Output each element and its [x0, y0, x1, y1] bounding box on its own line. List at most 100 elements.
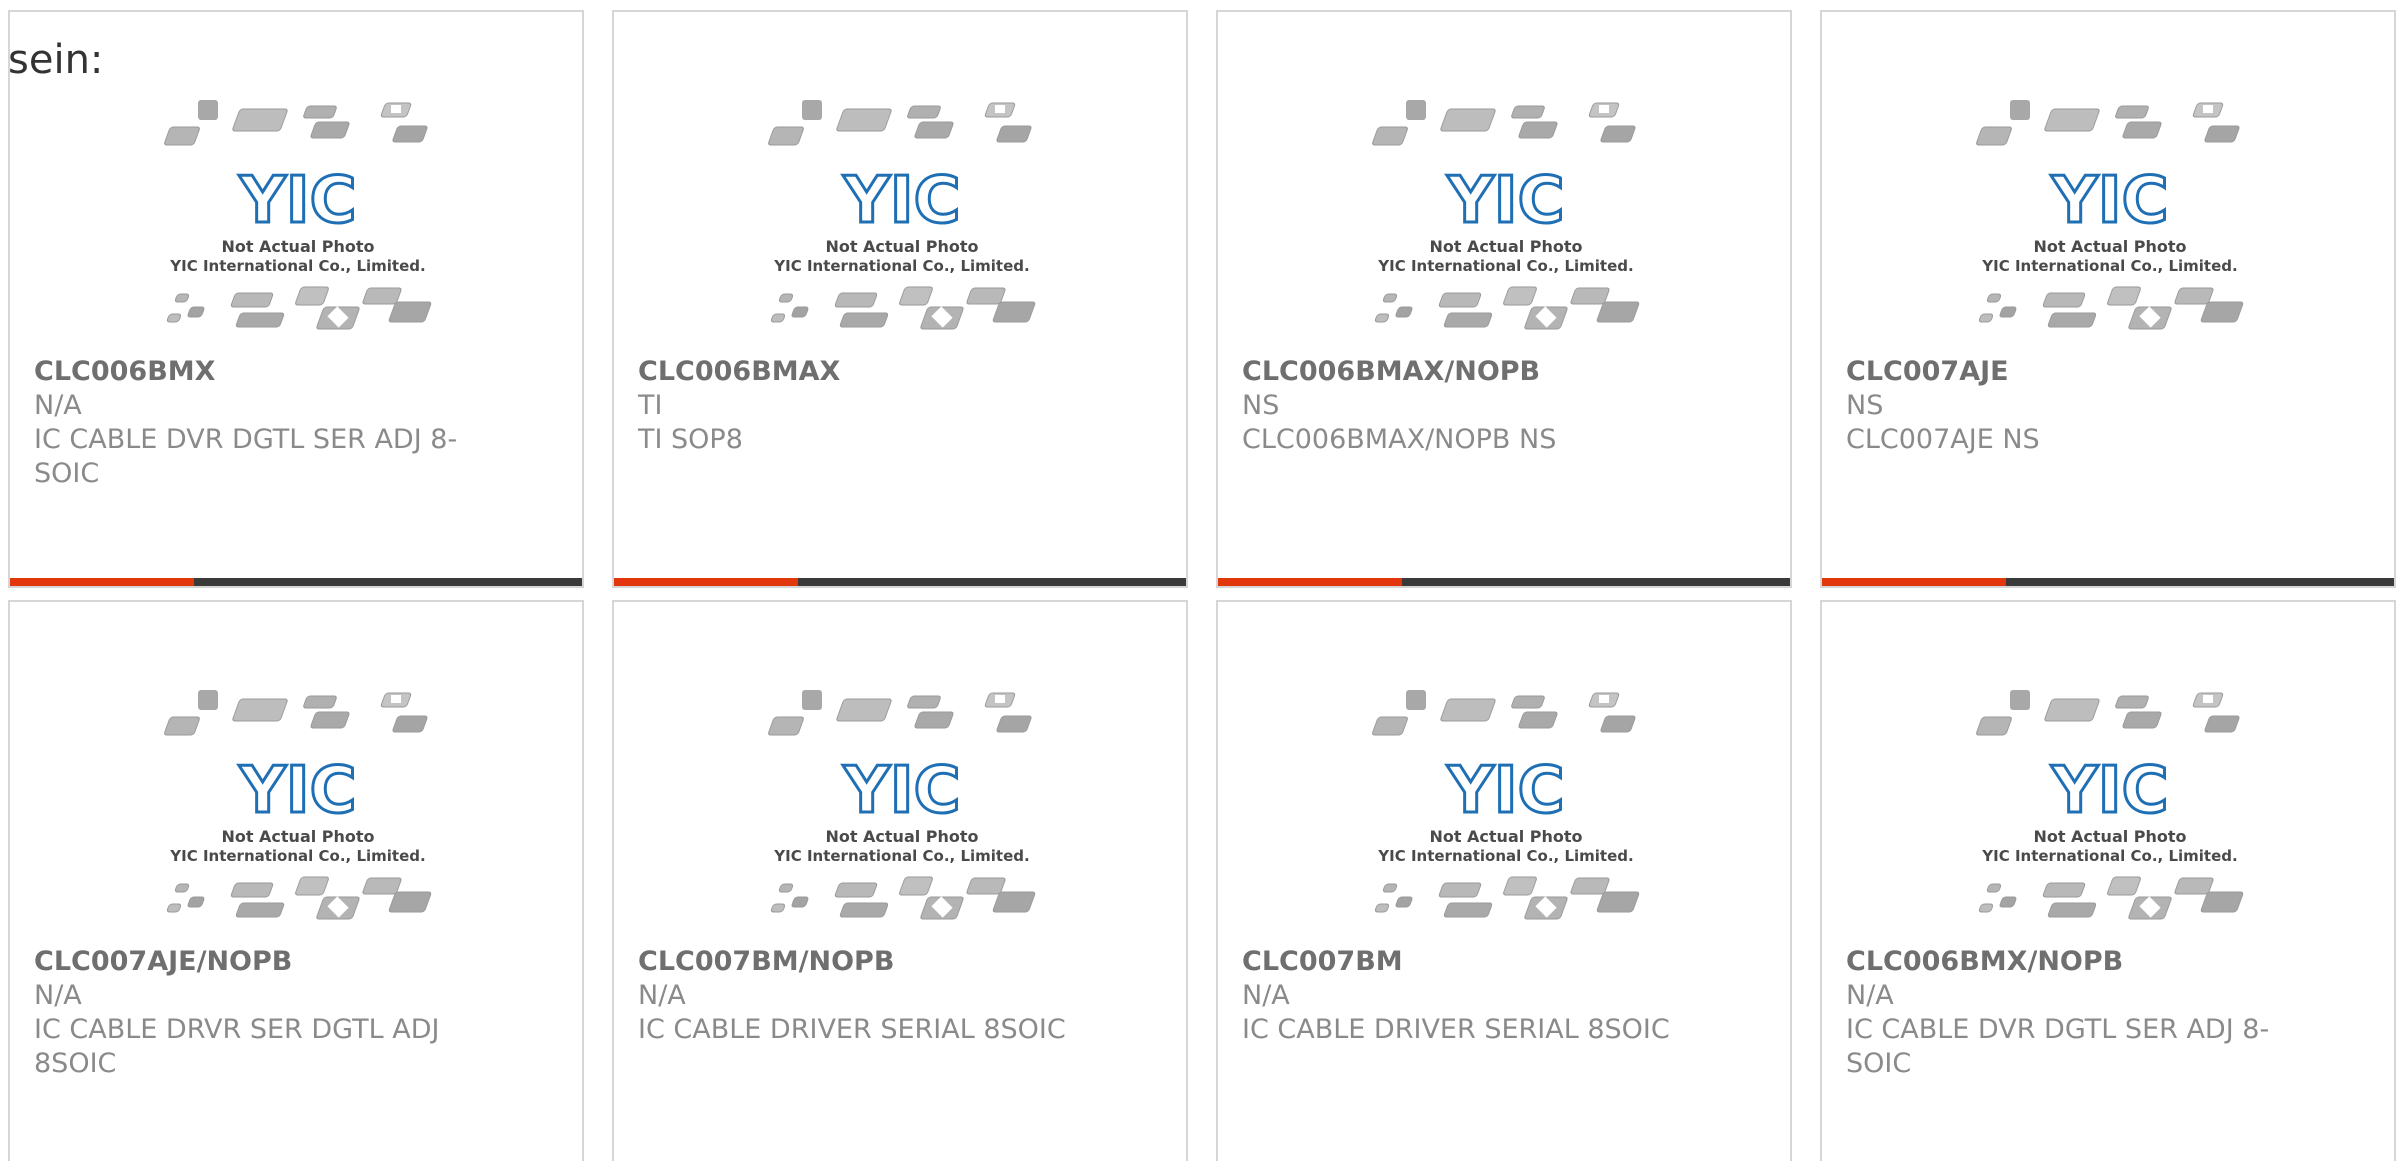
- chip-die-icon: [1599, 695, 1609, 703]
- chip-package-icon: [2042, 882, 2086, 898]
- chip-die-icon: [2203, 105, 2213, 113]
- product-photo[interactable]: YICNot Actual PhotoYIC International Co.…: [160, 100, 436, 350]
- chip-package-icon: [230, 882, 274, 898]
- chip-package-icon: [1511, 105, 1545, 119]
- part-number[interactable]: CLC007AJE: [1846, 355, 2009, 389]
- product-card[interactable]: YIC Not Actual Photo YIC International Co.…: [8, 600, 584, 1161]
- chip-package-icon: [2010, 690, 2030, 710]
- chip-package-icon: [198, 690, 218, 710]
- chip-package-icon: [1372, 126, 1408, 146]
- chip-package-icon: [388, 301, 432, 323]
- chip-package-icon: [907, 695, 941, 709]
- chip-package-icon: [1600, 125, 1636, 143]
- part-number[interactable]: CLC006BMX/NOPB: [1846, 945, 2123, 979]
- description: IC CABLE DVR DGTL SER ADJ 8-SOIC: [34, 424, 458, 489]
- description: IC CABLE DRIVER SERIAL 8SOIC: [638, 1014, 1066, 1045]
- product-photo[interactable]: YICNot Actual PhotoYIC International Co.…: [1972, 690, 2248, 940]
- chip-package-icon: [303, 695, 337, 709]
- photo-caption-line2: YIC International Co., Limited.: [1377, 847, 1633, 865]
- chip-package-icon: [907, 105, 941, 119]
- photo-caption-line1: Not Actual Photo: [2033, 827, 2186, 846]
- part-number[interactable]: CLC006BMAX/NOPB: [1242, 355, 1540, 389]
- product-card[interactable]: YIC Not Actual Photo YIC International Co.…: [1216, 10, 1792, 588]
- chip-package-icon: [187, 306, 205, 318]
- product-card[interactable]: YIC Not Actual Photo YIC International Co.…: [8, 10, 584, 588]
- chip-package-icon: [1986, 293, 2002, 303]
- photo-caption-line1: Not Actual Photo: [825, 237, 978, 256]
- chip-package-icon: [166, 313, 182, 323]
- photo-caption-line2: YIC International Co., Limited.: [169, 257, 425, 275]
- chip-package-icon: [310, 121, 350, 139]
- chip-package-icon: [2010, 100, 2030, 120]
- chip-package-icon: [996, 125, 1032, 143]
- product-card[interactable]: YIC Not Actual Photo YIC International Co.…: [1216, 600, 1792, 1161]
- product-photo[interactable]: YICNot Actual PhotoYIC International Co.…: [764, 100, 1040, 350]
- description: CLC007AJE NS: [1846, 424, 2040, 455]
- chip-package-icon: [1503, 286, 1537, 306]
- chip-package-icon: [2204, 715, 2240, 733]
- product-photo[interactable]: YICNot Actual PhotoYIC International Co.…: [764, 690, 1040, 940]
- manufacturer: TI: [638, 390, 663, 421]
- chip-package-icon: [992, 891, 1036, 913]
- product-card[interactable]: YIC Not Actual Photo YIC International Co.…: [1820, 10, 2396, 588]
- product-photo[interactable]: YICNot Actual PhotoYIC International Co.…: [160, 690, 436, 940]
- product-card[interactable]: YIC Not Actual Photo YIC International Co.…: [1820, 600, 2396, 1161]
- chip-package-icon: [2115, 695, 2149, 709]
- product-card[interactable]: YIC Not Actual Photo YIC International Co.…: [612, 600, 1188, 1161]
- part-number[interactable]: CLC007AJE/NOPB: [34, 945, 292, 979]
- chip-die-icon: [995, 105, 1005, 113]
- chip-package-icon: [1440, 108, 1496, 132]
- product-photo[interactable]: YICNot Actual PhotoYIC International Co.…: [1368, 690, 1644, 940]
- chip-package-icon: [1600, 715, 1636, 733]
- chip-package-icon: [768, 716, 804, 736]
- chip-package-icon: [2047, 902, 2097, 918]
- chip-package-icon: [778, 293, 794, 303]
- chip-package-icon: [899, 286, 933, 306]
- chip-die-icon: [2203, 695, 2213, 703]
- chip-package-icon: [1395, 306, 1413, 318]
- photo-caption-line1: Not Actual Photo: [1429, 237, 1582, 256]
- photo-caption-line2: YIC International Co., Limited.: [1377, 257, 1633, 275]
- chip-package-icon: [1440, 698, 1496, 722]
- accent-bar: [614, 578, 798, 586]
- yic-logo-icon: YIC: [842, 164, 960, 238]
- chip-package-icon: [187, 896, 205, 908]
- chip-die-icon: [391, 105, 401, 113]
- chip-package-icon: [1999, 896, 2017, 908]
- part-number[interactable]: CLC006BMX: [34, 355, 215, 389]
- part-number[interactable]: CLC006BMAX: [638, 355, 840, 389]
- chip-package-icon: [164, 126, 200, 146]
- chip-package-icon: [966, 287, 1006, 305]
- photo-caption-line2: YIC International Co., Limited.: [169, 847, 425, 865]
- chip-package-icon: [834, 882, 878, 898]
- chip-package-icon: [1406, 100, 1426, 120]
- product-photo[interactable]: YICNot Actual PhotoYIC International Co.…: [1368, 100, 1644, 350]
- chip-package-icon: [2042, 292, 2086, 308]
- chip-package-icon: [1374, 903, 1390, 913]
- yic-logo-icon: YIC: [238, 164, 356, 238]
- part-number[interactable]: CLC007BM: [1242, 945, 1403, 979]
- chip-package-icon: [362, 877, 402, 895]
- chip-package-icon: [791, 896, 809, 908]
- product-photo[interactable]: YICNot Actual PhotoYIC International Co.…: [1972, 100, 2248, 350]
- chip-package-icon: [2200, 301, 2244, 323]
- product-card[interactable]: YIC Not Actual Photo YIC International Co.…: [612, 10, 1188, 588]
- manufacturer: NS: [1846, 390, 1884, 421]
- photo-caption-line1: Not Actual Photo: [2033, 237, 2186, 256]
- photo-caption-line2: YIC International Co., Limited.: [773, 847, 1029, 865]
- photo-caption-line1: Not Actual Photo: [1429, 827, 1582, 846]
- chip-package-icon: [235, 902, 285, 918]
- chip-package-icon: [232, 698, 288, 722]
- chip-package-icon: [362, 287, 402, 305]
- chip-package-icon: [232, 108, 288, 132]
- accent-bar: [1822, 578, 2006, 586]
- chip-package-icon: [1999, 306, 2017, 318]
- chip-package-icon: [1978, 903, 1994, 913]
- chip-package-icon: [295, 876, 329, 896]
- photo-caption-line2: YIC International Co., Limited.: [1981, 257, 2237, 275]
- chip-package-icon: [778, 883, 794, 893]
- part-number[interactable]: CLC007BM/NOPB: [638, 945, 894, 979]
- chip-package-icon: [2044, 108, 2100, 132]
- chip-package-icon: [770, 903, 786, 913]
- yic-logo-icon: YIC: [2050, 164, 2168, 238]
